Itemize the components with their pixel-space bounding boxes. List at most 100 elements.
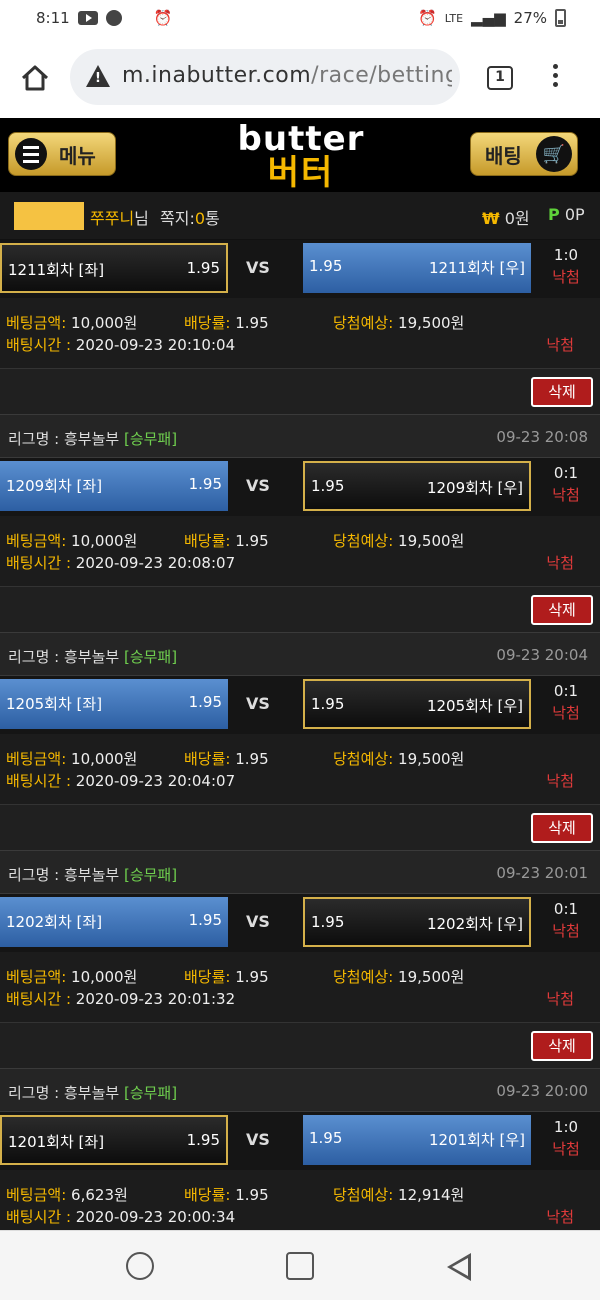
logo-korean: 버터 xyxy=(267,153,335,193)
delete-button[interactable]: 삭제 xyxy=(531,377,593,407)
delete-row: 삭제 xyxy=(0,368,600,414)
vs-label: VS xyxy=(246,1130,270,1149)
match-score: 0:1 xyxy=(553,682,579,700)
user-bar: 쭈쭈니님 쪽지:0통 ₩ 0원 P 0P xyxy=(0,192,600,240)
bet-amount: 베팅금액: 10,000원 xyxy=(6,750,138,768)
match-result: 0:1 낙첨 xyxy=(542,462,590,506)
site-header: 메뉴 butter 버터 배팅 🛒 xyxy=(0,118,600,192)
right-odds: 1.95 xyxy=(309,1129,343,1147)
delete-button[interactable]: 삭제 xyxy=(531,595,593,625)
signal-icon: ▂▄▆ xyxy=(471,9,506,27)
home-nav-icon[interactable] xyxy=(126,1252,154,1280)
right-pick[interactable]: 1.95 1201회차 [우] xyxy=(303,1115,531,1165)
left-pick[interactable]: 1211회차 [좌] 1.95 xyxy=(0,243,228,293)
left-odds: 1.95 xyxy=(188,911,222,929)
bet-entry: 리그명 : 흥부놀부 [승무패] 09-23 20:08 1209회차 [좌] … xyxy=(0,414,600,632)
left-odds: 1.95 xyxy=(188,693,222,711)
match-row: 1202회차 [좌] 1.95 VS 1.95 1202회차 [우] 0:1 낙… xyxy=(0,894,600,952)
menu-button[interactable]: 메뉴 xyxy=(8,132,116,176)
home-icon[interactable] xyxy=(20,64,50,92)
point-balance: P 0P xyxy=(548,205,585,224)
delete-row: 삭제 xyxy=(0,804,600,850)
bet-time: 배팅시간 : 2020-09-23 20:01:32 xyxy=(6,990,236,1008)
vs-label: VS xyxy=(246,258,270,277)
match-score: 1:0 xyxy=(553,246,579,264)
left-pick[interactable]: 1201회차 [좌] 1.95 xyxy=(0,1115,228,1165)
match-row: 1201회차 [좌] 1.95 VS 1.95 1201회차 [우] 1:0 낙… xyxy=(0,1112,600,1170)
right-odds: 1.95 xyxy=(309,257,343,275)
browser-toolbar: m.inabutter.com/race/betting_ 1 xyxy=(0,36,600,118)
delete-button[interactable]: 삭제 xyxy=(531,1031,593,1061)
left-team: 1209회차 [좌] xyxy=(6,477,103,495)
match-score: 0:1 xyxy=(553,464,579,482)
betting-button[interactable]: 배팅 🛒 xyxy=(470,132,578,176)
match-result: 0:1 낙첨 xyxy=(542,680,590,724)
android-nav-bar xyxy=(0,1230,600,1300)
bet-entry: 리그명 : 흥부놀부 [승무패] 09-23 20:04 1205회차 [좌] … xyxy=(0,632,600,850)
left-pick[interactable]: 1209회차 [좌] 1.95 xyxy=(0,461,228,511)
match-row: 1211회차 [좌] 1.95 VS 1.95 1211회차 [우] 1:0 낙… xyxy=(0,240,600,298)
status-bar: 8:11 ⏰ ⏰ LTE ▂▄▆ 27% xyxy=(0,0,600,36)
bet-info: 베팅금액: 10,000원 배당률: 1.95 당첨예상: 19,500원 배팅… xyxy=(0,734,600,804)
match-result: 1:0 낙첨 xyxy=(542,1116,590,1160)
right-pick[interactable]: 1.95 1211회차 [우] xyxy=(303,243,531,293)
left-pick[interactable]: 1205회차 [좌] 1.95 xyxy=(0,679,228,729)
point-icon: P xyxy=(548,205,560,224)
tab-switcher-button[interactable]: 1 xyxy=(487,66,513,90)
right-odds: 1.95 xyxy=(311,477,345,495)
right-pick[interactable]: 1.95 1205회차 [우] xyxy=(303,679,531,729)
bet-time: 배팅시간 : 2020-09-23 20:00:34 xyxy=(6,1208,236,1226)
bet-rate: 배당률: 1.95 xyxy=(184,750,269,768)
right-odds: 1.95 xyxy=(311,695,345,713)
league-name: 리그명 : 흥부놀부 [승무패] xyxy=(8,866,178,884)
recents-nav-icon[interactable] xyxy=(286,1252,314,1280)
menu-label: 메뉴 xyxy=(59,143,96,168)
bet-rate: 배당률: 1.95 xyxy=(184,968,269,986)
user-avatar-block xyxy=(14,202,84,230)
clock: 8:11 xyxy=(36,9,70,27)
bet-expect: 당첨예상: 19,500원 xyxy=(333,968,465,986)
right-team: 1201회차 [우] xyxy=(428,1131,525,1149)
bet-info: 베팅금액: 10,000원 배당률: 1.95 당첨예상: 19,500원 배팅… xyxy=(0,516,600,586)
won-balance: ₩ 0원 xyxy=(482,209,530,228)
vs-label: VS xyxy=(246,912,270,931)
hamburger-icon xyxy=(15,138,47,170)
warning-icon xyxy=(86,65,110,87)
cart-icon: 🛒 xyxy=(535,136,572,172)
league-row: 리그명 : 흥부놀부 [승무패] 09-23 20:04 xyxy=(0,632,600,676)
bet-time: 배팅시간 : 2020-09-23 20:04:07 xyxy=(6,772,236,790)
left-pick[interactable]: 1202회차 [좌] 1.95 xyxy=(0,897,228,947)
match-status: 낙첨 xyxy=(552,704,580,722)
match-score: 0:1 xyxy=(553,900,579,918)
betting-label: 배팅 xyxy=(485,143,522,168)
right-team: 1211회차 [우] xyxy=(428,259,525,277)
left-team: 1205회차 [좌] xyxy=(6,695,103,713)
league-name: 리그명 : 흥부놀부 [승무패] xyxy=(8,1084,178,1102)
delete-button[interactable]: 삭제 xyxy=(531,813,593,843)
bet-status: 낙첨 xyxy=(546,772,574,790)
bet-amount: 베팅금액: 10,000원 xyxy=(6,314,138,332)
bet-expect: 당첨예상: 12,914원 xyxy=(333,1186,465,1204)
logo[interactable]: butter 버터 xyxy=(232,122,370,190)
back-nav-icon[interactable] xyxy=(447,1253,471,1281)
address-bar[interactable]: m.inabutter.com/race/betting_ xyxy=(70,49,460,105)
vs-label: VS xyxy=(246,476,270,495)
more-menu-icon[interactable] xyxy=(553,64,561,91)
user-greeting: 쭈쭈니님 쪽지:0통 xyxy=(90,209,220,228)
bet-info: 베팅금액: 10,000원 배당률: 1.95 당첨예상: 19,500원 배팅… xyxy=(0,298,600,368)
right-pick[interactable]: 1.95 1209회차 [우] xyxy=(303,461,531,511)
message-count[interactable]: 0 xyxy=(195,209,205,228)
bet-status: 낙첨 xyxy=(546,1208,574,1226)
match-row: 1209회차 [좌] 1.95 VS 1.95 1209회차 [우] 0:1 낙… xyxy=(0,458,600,516)
left-odds: 1.95 xyxy=(188,475,222,493)
bet-expect: 당첨예상: 19,500원 xyxy=(333,532,465,550)
bet-status: 낙첨 xyxy=(546,990,574,1008)
left-team: 1201회차 [좌] xyxy=(8,1133,105,1151)
match-status: 낙첨 xyxy=(552,268,580,286)
url-text: m.inabutter.com/race/betting_ xyxy=(122,63,452,88)
bet-rate: 배당률: 1.95 xyxy=(184,532,269,550)
left-team: 1202회차 [좌] xyxy=(6,913,103,931)
bet-entry: 리그명 : 흥부놀부 [승무패] 09-23 20:01 1202회차 [좌] … xyxy=(0,850,600,1068)
right-pick[interactable]: 1.95 1202회차 [우] xyxy=(303,897,531,947)
bet-time: 배팅시간 : 2020-09-23 20:10:04 xyxy=(6,336,236,354)
